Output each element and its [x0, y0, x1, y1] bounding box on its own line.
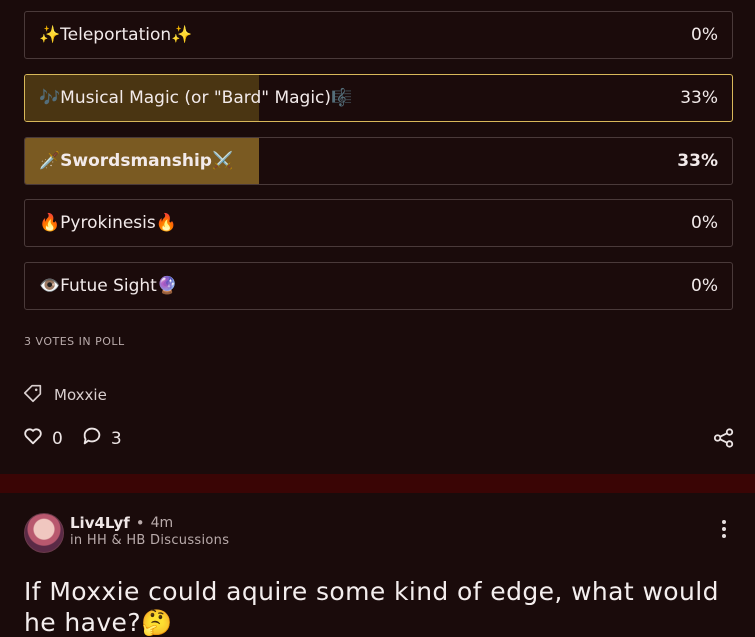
post-actions: 0 3: [22, 425, 140, 452]
post-title[interactable]: If Moxxie could aquire some kind of edge…: [24, 576, 734, 637]
poll-vote-count: 3 VOTES IN POLL: [24, 335, 125, 348]
poll-option-musical-magic[interactable]: 🎶Musical Magic (or "Bard" Magic)🎼 33%: [24, 74, 733, 122]
more-dot: [722, 534, 726, 538]
like-button[interactable]: 0: [22, 425, 63, 452]
like-count: 0: [52, 428, 63, 449]
tag-link[interactable]: Moxxie: [22, 382, 107, 408]
author-line: Liv4Lyf • 4m: [70, 514, 173, 532]
poll-option-future-sight[interactable]: 👁️Futue Sight🔮 0%: [24, 262, 733, 310]
avatar[interactable]: [24, 513, 64, 553]
comment-button[interactable]: 3: [81, 425, 122, 452]
poll-option-teleportation[interactable]: ✨Teleportation✨ 0%: [24, 11, 733, 59]
poll-option-percent: 0%: [691, 276, 718, 296]
more-dot: [722, 520, 726, 524]
poll-option-label: 👁️Futue Sight🔮: [39, 276, 179, 296]
poll-option-label: 🔥Pyrokinesis🔥: [39, 213, 177, 233]
author-name[interactable]: Liv4Lyf: [70, 514, 130, 532]
community-link[interactable]: in HH & HB Discussions: [70, 533, 229, 548]
tag-icon: [22, 382, 44, 408]
more-options-icon[interactable]: [722, 520, 726, 538]
share-icon[interactable]: [713, 427, 735, 453]
post-header: Liv4Lyf • 4m in HH & HB Discussions: [24, 513, 755, 553]
poll-option-percent: 33%: [680, 88, 718, 108]
feed-divider: [0, 474, 755, 493]
poll-option-label: 🗡️Swordsmanship⚔️: [39, 151, 234, 171]
post-time: 4m: [150, 515, 174, 531]
comment-icon: [81, 425, 103, 452]
separator-dot: •: [135, 514, 145, 532]
poll-option-pyrokinesis[interactable]: 🔥Pyrokinesis🔥 0%: [24, 199, 733, 247]
feed-page: ✨Teleportation✨ 0% 🎶Musical Magic (or "B…: [0, 0, 755, 637]
heart-icon: [22, 425, 44, 452]
poll-option-swordsmanship[interactable]: 🗡️Swordsmanship⚔️ 33%: [24, 137, 733, 185]
poll-option-label: 🎶Musical Magic (or "Bard" Magic)🎼: [39, 88, 353, 108]
poll-option-label: ✨Teleportation✨: [39, 25, 193, 45]
poll-option-percent: 33%: [677, 151, 718, 171]
poll-option-percent: 0%: [691, 213, 718, 233]
tag-label: Moxxie: [54, 386, 107, 404]
poll-option-percent: 0%: [691, 25, 718, 45]
more-dot: [722, 527, 726, 531]
comment-count: 3: [110, 428, 122, 449]
